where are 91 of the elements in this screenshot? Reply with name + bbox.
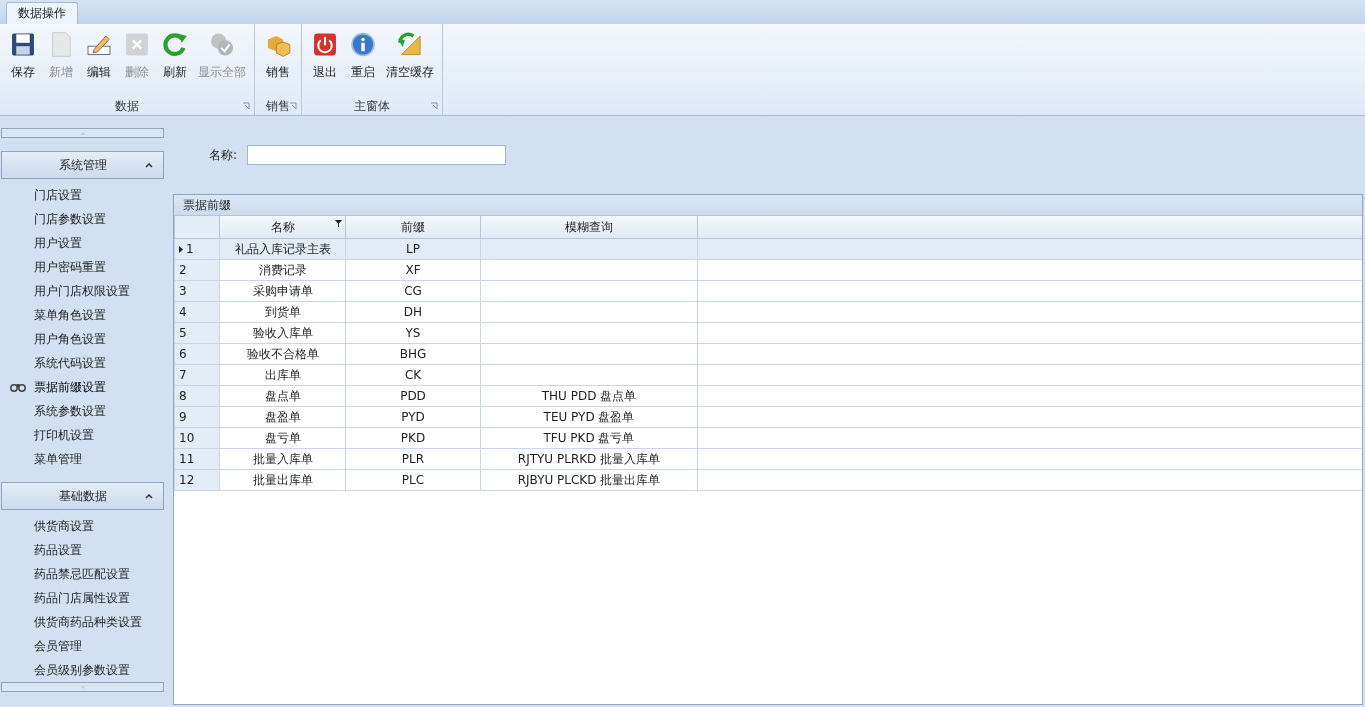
row-number: 6	[179, 347, 187, 361]
table-cell: DH	[403, 305, 423, 319]
table-cell: 盘点单	[264, 388, 301, 403]
dialog-launcher-icon[interactable]	[430, 102, 438, 110]
ribbon-group-label: 主窗体	[354, 97, 390, 115]
toolbar-button[interactable]: 编辑	[80, 29, 118, 83]
nav-item[interactable]: 药品设置	[34, 541, 82, 559]
name-input-field[interactable]	[247, 145, 507, 165]
sales-button[interactable]: 销售	[259, 29, 297, 83]
binoculars-icon	[10, 382, 26, 392]
table-cell: PKD	[400, 431, 426, 445]
dialog-launcher-icon[interactable]	[242, 102, 250, 110]
row-number: 2	[179, 263, 187, 277]
table-cell: 礼品入库记录主表	[234, 241, 331, 256]
nav-item[interactable]: 系统参数设置	[34, 402, 106, 420]
table-cell: PLC	[401, 473, 425, 487]
nav-item[interactable]: 菜单管理	[34, 450, 82, 468]
table-cell: 采购申请单	[252, 283, 313, 298]
row-number: 5	[179, 326, 187, 340]
table-cell: TFU PKD 盘亏单	[543, 430, 635, 445]
table-cell: XF	[405, 263, 421, 277]
row-number: 3	[179, 284, 187, 298]
ribbon-tab[interactable]: 数据操作	[6, 2, 78, 24]
nav-item[interactable]: 用户门店权限设置	[34, 282, 130, 300]
row-number: 12	[179, 473, 195, 487]
nav-item[interactable]: 会员管理	[34, 637, 82, 655]
column-header[interactable]: 前缀	[345, 216, 481, 239]
row-number: 11	[179, 452, 195, 466]
scroll-up-button[interactable]	[1, 128, 164, 138]
table-cell: PLR	[401, 452, 425, 466]
nav-item[interactable]: 打印机设置	[34, 426, 94, 444]
nav-item[interactable]: 会员级别参数设置	[34, 661, 130, 679]
row-number: 4	[179, 305, 187, 319]
info-icon	[348, 31, 378, 58]
table-cell: 批量出库单	[252, 472, 313, 487]
ribbon-group-label: 销售	[266, 97, 290, 115]
column-header[interactable]: 模糊查询	[480, 216, 698, 239]
nav-item[interactable]: 门店参数设置	[34, 210, 106, 228]
toolbar-button[interactable]: 刷新	[156, 29, 194, 83]
dialog-launcher-icon[interactable]	[289, 102, 297, 110]
toolbar-button[interactable]: 保存	[4, 29, 42, 83]
row-number: 7	[179, 368, 187, 382]
table-cell: 批量入库单	[252, 451, 313, 466]
table-cell: CG	[404, 284, 422, 298]
row-number: 1	[179, 242, 194, 257]
table-cell: CK	[404, 368, 422, 382]
table-cell: BHG	[399, 347, 427, 361]
grid-title: 票据前缀	[174, 195, 1362, 216]
table-cell: 盘盈单	[264, 409, 301, 424]
nav-item[interactable]: 系统代码设置	[34, 354, 106, 372]
table-cell: RJTYU PLRKD 批量入库单	[517, 451, 661, 466]
chevron-icon	[145, 494, 153, 499]
scroll-down-button[interactable]	[1, 682, 164, 692]
table-cell: 盘亏单	[264, 430, 301, 445]
nav-item[interactable]: 票据前缀设置	[34, 378, 106, 396]
nav-item[interactable]: 供货商药品种类设置	[34, 613, 142, 631]
row-number: 8	[179, 389, 187, 403]
table-cell: 验收不合格单	[246, 346, 319, 361]
ribbon-group-label: 数据	[115, 97, 139, 115]
table-cell: PDD	[400, 389, 426, 403]
table-cell: YS	[405, 326, 421, 340]
nav-group-header[interactable]: 系统管理	[1, 151, 164, 179]
row-number: 10	[179, 431, 195, 445]
header-corner	[174, 216, 220, 239]
chevron-icon	[145, 163, 153, 168]
nav-item[interactable]: 供货商设置	[34, 517, 94, 535]
nav-group-header[interactable]: 基础数据	[1, 482, 164, 510]
nav-item[interactable]: 用户角色设置	[34, 330, 106, 348]
field-label: 名称:	[209, 146, 238, 164]
toolbar-button[interactable]: 重启	[344, 29, 382, 83]
table-cell: 出库单	[264, 367, 301, 382]
toolbar-button[interactable]: 清空缓存	[382, 29, 438, 83]
table-cell: PYD	[401, 410, 425, 424]
table-cell: THU PDD 盘点单	[541, 388, 637, 403]
table-cell: 消费记录	[258, 262, 307, 277]
nav-item[interactable]: 药品禁忌匹配设置	[34, 565, 130, 583]
nav-item[interactable]: 门店设置	[34, 186, 82, 204]
nav-item[interactable]: 用户设置	[34, 234, 82, 252]
toolbar-button[interactable]: 退出	[306, 29, 344, 83]
row-number: 9	[179, 410, 187, 424]
nav-item[interactable]: 药品门店属性设置	[34, 589, 130, 607]
row-indicator-icon	[179, 245, 183, 253]
nav-item[interactable]: 用户密码重置	[34, 258, 106, 276]
table-cell: 到货单	[264, 304, 301, 319]
nav-item[interactable]: 菜单角色设置	[34, 306, 106, 324]
table-cell: 验收入库单	[252, 325, 313, 340]
filter-icon[interactable]	[335, 220, 342, 227]
table-cell: TEU PYD 盘盈单	[543, 409, 635, 424]
table-cell: RJBYU PLCKD 批量出库单	[517, 472, 661, 487]
column-header[interactable]: 名称	[219, 216, 346, 239]
table-cell: LP	[406, 242, 420, 256]
